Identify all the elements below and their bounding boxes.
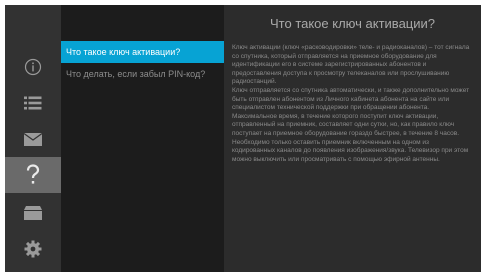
article-paragraph: Необходимо только оставить приемник вклю… [232, 138, 469, 163]
mail-icon [24, 132, 42, 146]
article-paragraph: Ключ отправляется со спутника автоматиче… [232, 86, 470, 112]
page-title: Что такое ключ активации? [270, 16, 435, 31]
sidebar-item-card[interactable] [5, 195, 61, 231]
list-icon [24, 96, 42, 110]
info-icon [24, 58, 42, 76]
menu-item-activation-key[interactable]: Что такое ключ активации? [61, 41, 224, 63]
article-paragraph: Максимальное время, в течение которого п… [232, 112, 460, 137]
help-icon [26, 164, 40, 184]
card-icon [24, 206, 42, 220]
sidebar-item-settings[interactable] [5, 231, 61, 267]
sidebar-rail [5, 5, 61, 272]
article-paragraph: Ключ активации (ключ «расководировки» те… [232, 44, 470, 86]
faq-menu: Что такое ключ активации? Что делать, ес… [61, 5, 224, 272]
article-body: Ключ активации (ключ «расководировки» те… [232, 44, 472, 164]
sidebar-item-list[interactable] [5, 85, 61, 121]
sidebar-item-info[interactable] [5, 49, 61, 85]
sidebar-item-mail[interactable] [5, 121, 61, 157]
sidebar-item-help[interactable] [5, 157, 61, 193]
menu-item-forgot-pin[interactable]: Что делать, если забыл PIN-код? [61, 63, 224, 85]
tv-screen: Что такое ключ активации? Что делать, ес… [5, 5, 481, 272]
settings-icon [24, 240, 42, 258]
content-panel: Что такое ключ активации? Ключ активации… [224, 5, 481, 272]
